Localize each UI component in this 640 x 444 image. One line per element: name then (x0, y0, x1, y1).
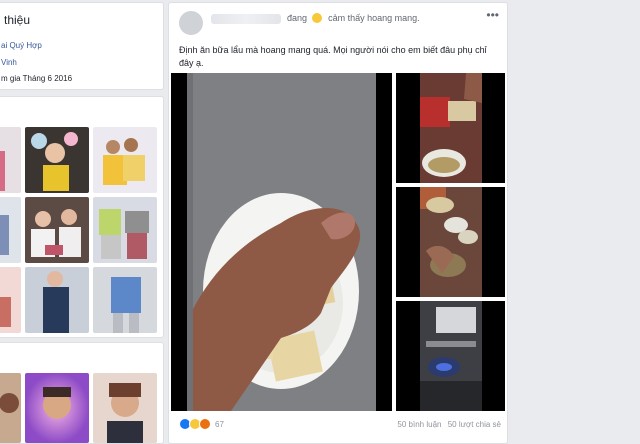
intro-hometown-link[interactable]: ai Quý Hợp (1, 41, 42, 50)
post-header-text: đang cảm thấy hoang mang. (287, 13, 420, 23)
photo-thumb[interactable] (0, 197, 21, 263)
photo-thumb[interactable] (0, 267, 21, 333)
video-thumb[interactable] (396, 301, 505, 411)
intro-card: thiệu ai Quý Hợp Vinh m gia Tháng 6 2016 (0, 2, 164, 90)
post-card: đang cảm thấy hoang mang. ••• Định ăn bữ… (168, 2, 508, 444)
friend-photo[interactable] (93, 373, 157, 443)
friend-photo[interactable] (0, 373, 21, 443)
angry-reaction-icon (199, 418, 211, 430)
friend-photo[interactable] (25, 373, 89, 443)
feeling-text[interactable]: cảm thấy hoang mang. (328, 13, 420, 23)
friends-card (0, 342, 164, 444)
photo-thumb[interactable] (93, 267, 157, 333)
photo-thumb[interactable] (93, 127, 157, 193)
confused-face-icon (311, 13, 322, 23)
photo-thumb[interactable] (25, 267, 89, 333)
video-thumb[interactable] (396, 187, 505, 297)
main-video[interactable] (171, 73, 392, 411)
status-word: đang (287, 13, 308, 23)
more-options-icon[interactable]: ••• (486, 8, 499, 22)
photo-thumb[interactable] (93, 197, 157, 263)
photo-thumb[interactable] (25, 127, 89, 193)
reactions-summary[interactable]: 67 (179, 417, 224, 431)
intro-location-link[interactable]: Vinh (1, 58, 17, 67)
intro-title: thiệu (4, 13, 31, 27)
photo-thumb[interactable] (25, 197, 89, 263)
author-avatar[interactable] (179, 11, 203, 35)
reaction-count: 67 (215, 419, 224, 429)
intro-joined-text: m gia Tháng 6 2016 (1, 74, 73, 83)
video-thumb[interactable] (396, 73, 505, 183)
photos-card (0, 96, 164, 338)
author-name-blurred[interactable] (211, 14, 281, 24)
post-caption: Định ăn bữa lẩu mà hoang mang quá. Mọi n… (179, 45, 487, 68)
photo-thumb[interactable] (0, 127, 21, 193)
